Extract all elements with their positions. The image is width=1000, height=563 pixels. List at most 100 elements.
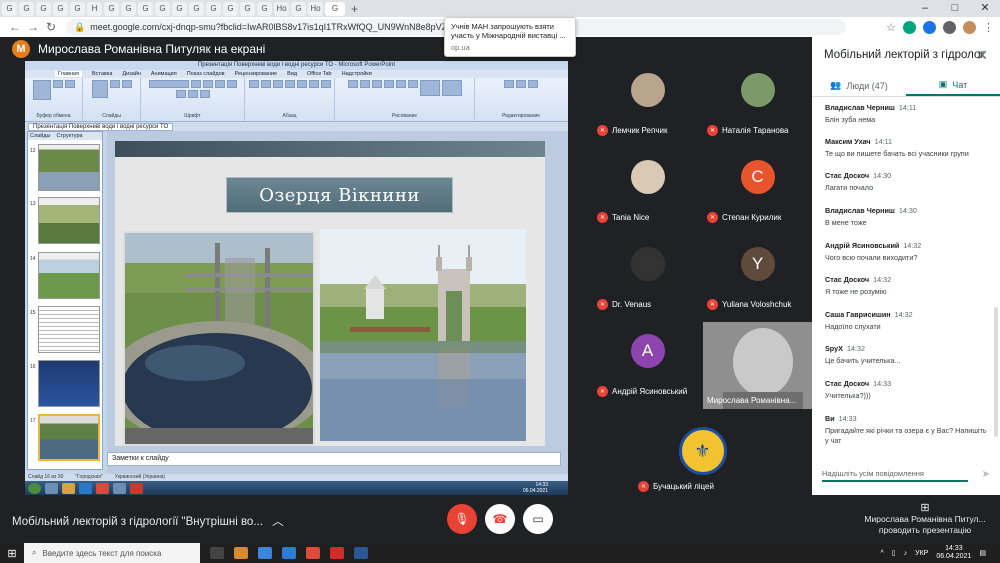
chrome-icon[interactable] (306, 547, 320, 559)
ribbon-tab[interactable]: Рецензирование (235, 71, 277, 77)
participant-tile-video[interactable]: Мирослава Романівна... (703, 322, 812, 409)
browser-tab[interactable]: G (53, 1, 68, 16)
star-icon[interactable]: ☆ (886, 21, 896, 34)
notifications-icon[interactable]: ▤ (979, 549, 986, 557)
mail-icon[interactable] (258, 547, 272, 559)
slide-number: 15 (30, 310, 36, 316)
participant-tile[interactable]: ✕ Dr. Venaus (593, 235, 702, 322)
camera-toggle-button[interactable]: ▭ (523, 504, 553, 534)
browser-tab[interactable]: G (104, 1, 119, 16)
extension-icon[interactable] (903, 20, 916, 34)
meeting-details[interactable]: Мобільний лекторій з гідрології "Внутріш… (12, 513, 284, 529)
network-icon[interactable]: ▯ (892, 549, 896, 557)
reload-icon[interactable]: ↻ (42, 20, 60, 34)
minimize-icon[interactable]: – (910, 0, 940, 17)
avatar: M (12, 40, 30, 58)
browser-tab[interactable]: G (240, 1, 255, 16)
browser-tab[interactable]: G (172, 1, 187, 16)
extension-icon[interactable] (943, 20, 956, 34)
ribbon-tab[interactable]: Надстройки (342, 71, 372, 77)
forward-icon[interactable]: → (24, 20, 42, 34)
participant-tile[interactable]: C ✕ Степан Курилик (703, 148, 812, 235)
chat-scrollbar[interactable] (994, 307, 998, 437)
taskbar-clock[interactable]: 14:33 06.04.2021 (936, 545, 971, 561)
browser-tab[interactable]: G (189, 1, 204, 16)
ribbon-tab[interactable]: Office Tab (307, 71, 332, 77)
school-emblem-icon: ⚜ (678, 427, 727, 475)
message-author: Саша Гавриcишин (825, 310, 891, 319)
slide-title[interactable]: Озерця Вікнини (226, 177, 453, 213)
maximize-icon[interactable]: □ (940, 0, 970, 17)
slide-thumbnail[interactable] (38, 360, 100, 407)
panel-tab[interactable]: Слайды (30, 133, 50, 139)
volume-icon[interactable]: ♪ (904, 550, 908, 557)
word-icon[interactable] (354, 547, 368, 559)
menu-icon[interactable]: ⋮ (983, 21, 994, 34)
participant-tile[interactable]: Y ✕ Yuliana Voloshchuk (703, 235, 812, 322)
participant-tile[interactable]: ✕ Лемчик Репчик (593, 61, 702, 148)
slide-notes[interactable]: Заметки к слайду (107, 452, 561, 466)
leave-call-button[interactable]: ☎ (485, 504, 515, 534)
participant-tile[interactable]: A ✕ Андрій Ясиновський (593, 322, 702, 409)
browser-tab[interactable]: G (138, 1, 153, 16)
browser-tab[interactable]: G (155, 1, 170, 16)
chat-message-input[interactable]: Надішліть усім повідомлення (822, 466, 968, 482)
slide-thumbnail[interactable] (38, 197, 100, 244)
lake-chapel-photo[interactable] (320, 229, 526, 441)
browser-tab[interactable]: G (206, 1, 221, 16)
edge-icon[interactable] (282, 547, 296, 559)
browser-tab[interactable]: G (223, 1, 238, 16)
opera-icon[interactable] (330, 547, 344, 559)
browser-tab[interactable]: G (70, 1, 85, 16)
mic-toggle-button[interactable]: 🎙 (447, 504, 477, 534)
ribbon-tab[interactable]: Анимация (151, 71, 177, 77)
ribbon-tab[interactable]: Главная (55, 71, 82, 77)
tray-chevron-icon[interactable]: ^ (880, 550, 883, 557)
search-icon: ⌕ (32, 548, 37, 557)
participant-tile[interactable]: ✕ Tania Nice (593, 148, 702, 235)
browser-tab[interactable]: G (291, 1, 306, 16)
ribbon-group-label: Шрифт (184, 113, 201, 119)
ribbon-tab[interactable]: Вставка (92, 71, 112, 77)
task-view-icon[interactable] (210, 547, 224, 559)
lake-photo[interactable] (123, 231, 315, 446)
browser-tab[interactable]: G (121, 1, 136, 16)
browser-tab[interactable]: G (2, 1, 17, 16)
extension-icon[interactable] (923, 20, 936, 34)
participant-name: Степан Курилик (722, 213, 782, 222)
browser-tab[interactable]: Ho (308, 1, 323, 16)
ribbon-tab[interactable]: Вид (287, 71, 297, 77)
windows-start-icon[interactable]: ⊞ (0, 547, 24, 560)
browser-tab[interactable]: Ho (274, 1, 289, 16)
profile-avatar[interactable] (963, 20, 976, 34)
tab-people[interactable]: 👥 Люди (47) (812, 75, 906, 96)
browser-tab[interactable]: G (257, 1, 272, 16)
ribbon-tab[interactable]: Показ слайдов (187, 71, 225, 77)
ribbon-tab[interactable]: Дизайн (122, 71, 141, 77)
slide-thumbnail[interactable] (38, 306, 100, 353)
tab-chat[interactable]: ▣ Чат (906, 75, 1000, 96)
participant-tile[interactable]: ✕ Наталія Таранова (703, 61, 812, 148)
file-explorer-icon[interactable] (234, 547, 248, 559)
close-icon[interactable]: ✕ (976, 47, 988, 64)
taskbar-search[interactable]: ⌕ Введите здесь текст для поиска (24, 543, 200, 563)
notification-popup[interactable]: Учнів МАН запрошують взяти участь у Міжн… (444, 17, 576, 57)
browser-tab[interactable]: G (19, 1, 34, 16)
document-tab[interactable]: Презентація Поверхневі води і водні ресу… (28, 122, 174, 131)
close-icon[interactable]: ✕ (970, 0, 1000, 17)
slide-thumbnail[interactable] (38, 144, 100, 191)
participant-name: Dr. Venaus (612, 300, 652, 309)
panel-tab[interactable]: Структура (56, 133, 82, 139)
send-icon[interactable]: ➤ (982, 469, 990, 480)
presentation-status[interactable]: ⊞ Мирослава Романівна Питул... проводить… (860, 503, 990, 536)
chevron-up-icon[interactable]: ︿ (272, 516, 284, 528)
participant-tile[interactable]: ⚜ ✕ Бучацький ліцей (638, 409, 757, 496)
language-indicator[interactable]: УКР (915, 550, 928, 557)
slide-thumbnail[interactable] (38, 252, 100, 299)
slide-thumbnail-selected[interactable] (38, 414, 100, 461)
new-tab-button[interactable]: + (347, 2, 362, 16)
back-icon[interactable]: ← (6, 20, 24, 34)
browser-tab[interactable]: G (36, 1, 51, 16)
browser-tab[interactable]: H (87, 1, 102, 16)
browser-tab-active[interactable]: G (325, 1, 345, 16)
